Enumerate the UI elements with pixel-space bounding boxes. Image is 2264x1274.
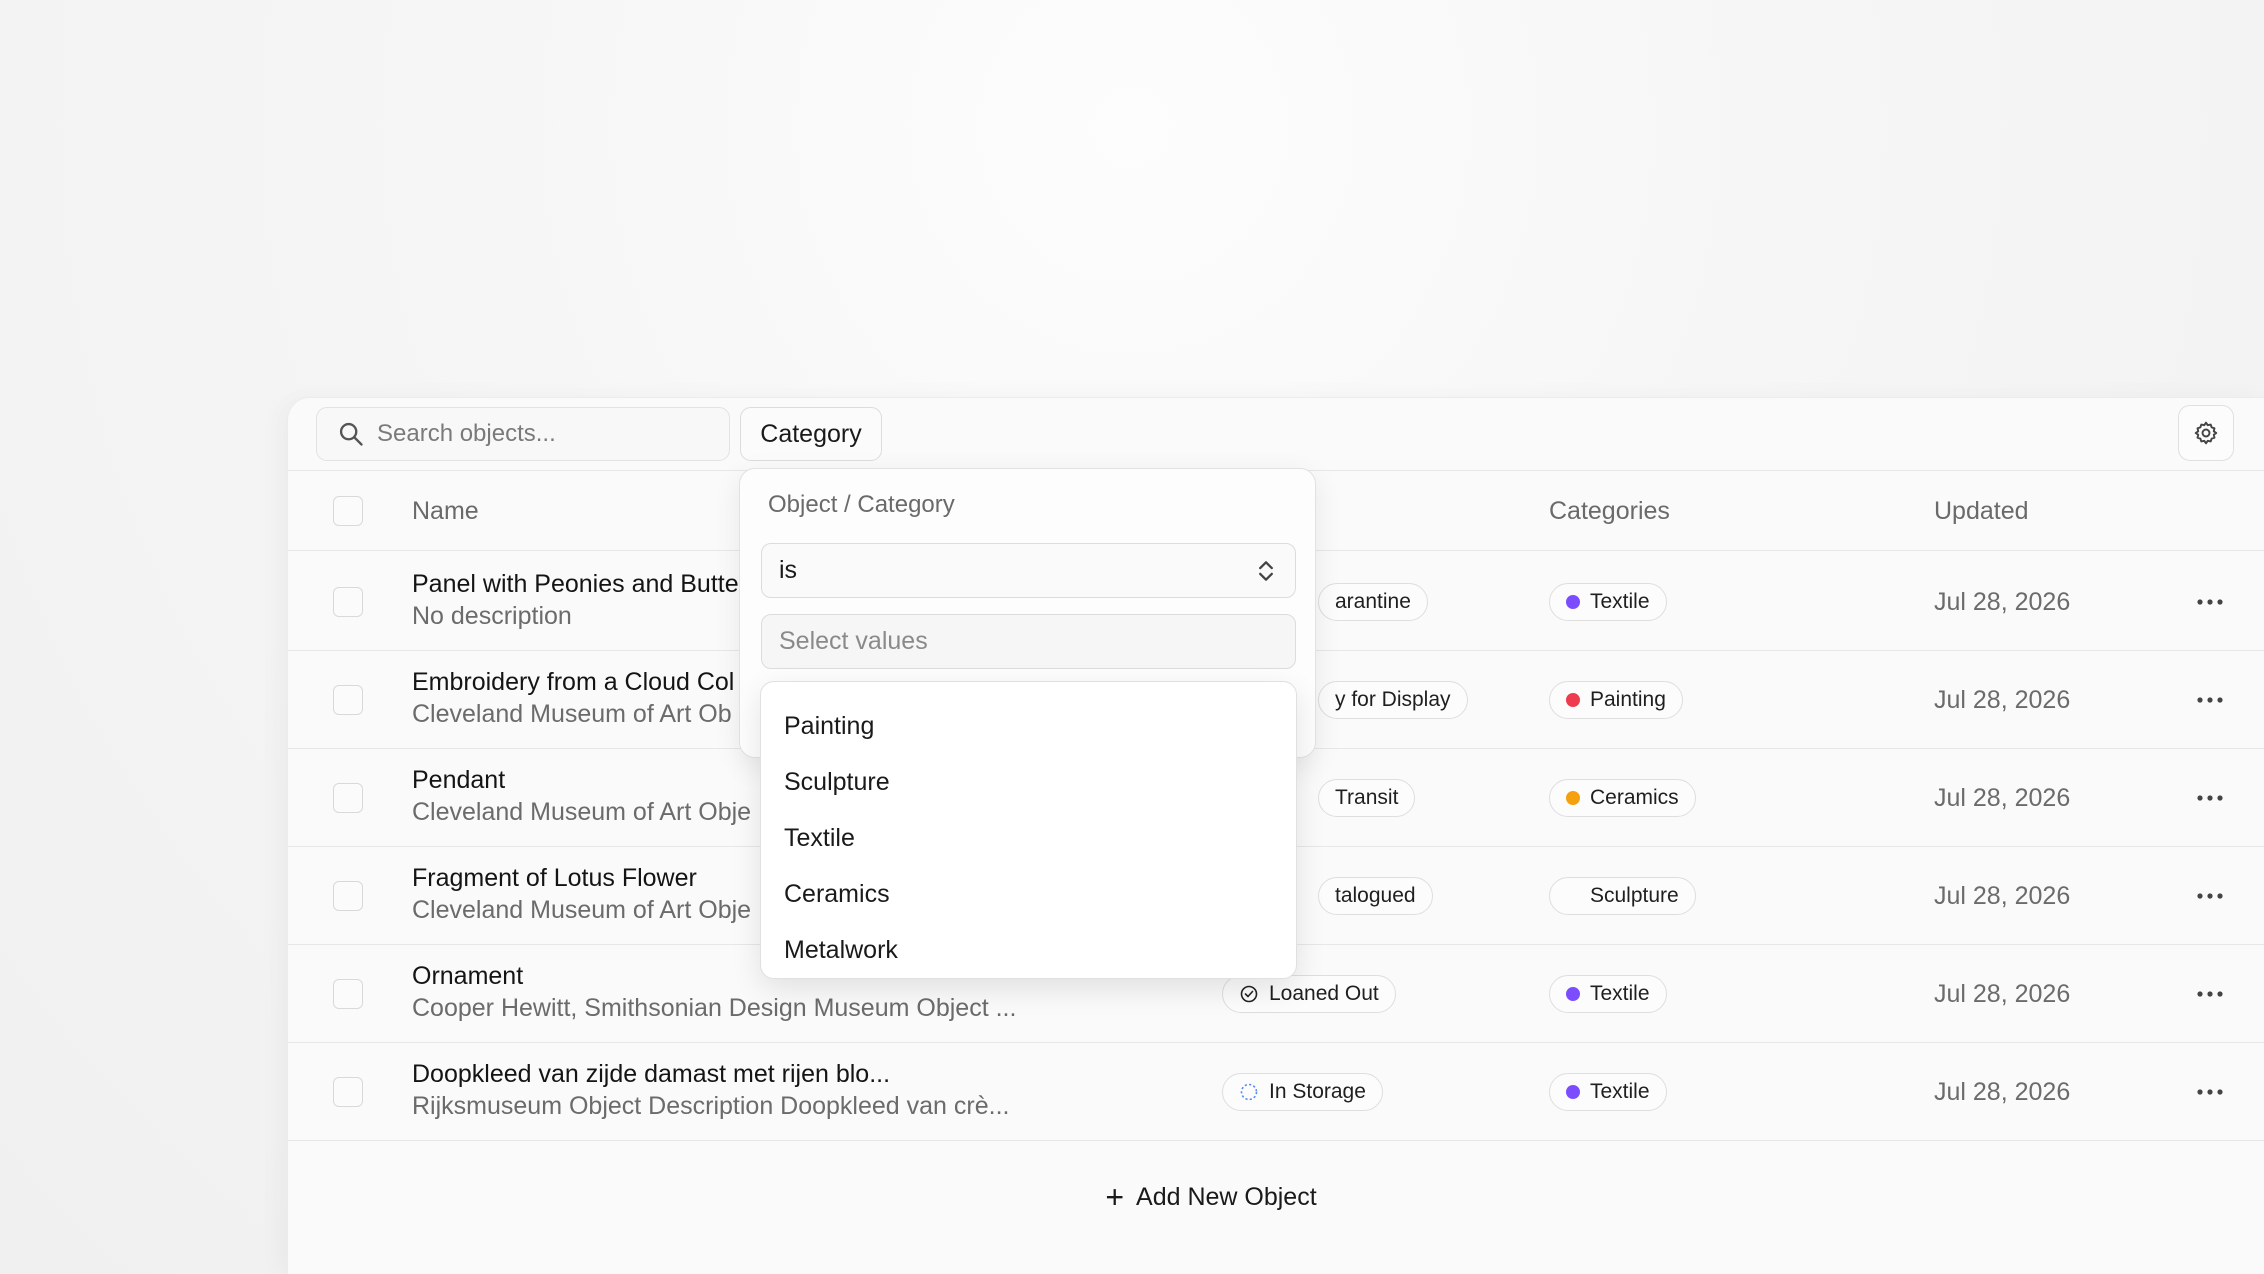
search-icon — [339, 422, 363, 446]
category-label: Textile — [1590, 590, 1650, 613]
add-new-object-label: Add New Object — [1136, 1182, 1317, 1211]
more-horizontal-icon — [2197, 1089, 2223, 1095]
more-horizontal-icon — [2197, 599, 2223, 605]
object-title[interactable]: Fragment of Lotus Flower — [412, 864, 697, 893]
category-dot — [1566, 693, 1580, 707]
object-title[interactable]: Panel with Peonies and Butte — [412, 570, 739, 599]
settings-button[interactable] — [2178, 405, 2234, 461]
status-badge: arantine — [1318, 583, 1428, 621]
row-actions-button[interactable] — [2190, 681, 2230, 719]
row-actions-button[interactable] — [2190, 779, 2230, 817]
row-actions-button[interactable] — [2190, 975, 2230, 1013]
row-actions-button[interactable] — [2190, 1073, 2230, 1111]
select-values-input[interactable] — [761, 614, 1296, 669]
row-checkbox[interactable] — [333, 783, 363, 813]
category-badge: Textile — [1549, 975, 1667, 1013]
category-badge: Painting — [1549, 681, 1683, 719]
column-header-updated[interactable]: Updated — [1934, 471, 2029, 551]
status-label: Loaned Out — [1269, 982, 1379, 1005]
updated-date: Jul 28, 2026 — [1934, 980, 2071, 1008]
category-dot — [1566, 889, 1580, 903]
category-dot — [1566, 987, 1580, 1001]
category-dot — [1566, 1085, 1580, 1099]
object-description: No description — [412, 602, 572, 630]
status-badge: y for Display — [1318, 681, 1468, 719]
operator-value: is — [779, 556, 798, 584]
category-badge: Sculpture — [1549, 877, 1696, 915]
object-title[interactable]: Doopkleed van zijde damast met rijen blo… — [412, 1060, 890, 1089]
row-checkbox[interactable] — [333, 979, 363, 1009]
status-label: talogued — [1335, 884, 1416, 907]
gear-icon — [2194, 421, 2218, 445]
status-badge: In Storage — [1222, 1073, 1383, 1111]
status-badge: Transit — [1318, 779, 1416, 817]
object-title[interactable]: Pendant — [412, 766, 505, 795]
updated-date: Jul 28, 2026 — [1934, 1078, 2071, 1106]
status-label: y for Display — [1335, 688, 1451, 711]
updated-date: Jul 28, 2026 — [1934, 588, 2071, 616]
category-label: Ceramics — [1590, 786, 1679, 809]
chevron-up-down-icon — [1259, 560, 1273, 581]
status-badge: Loaned Out — [1222, 975, 1396, 1013]
row-checkbox[interactable] — [333, 587, 363, 617]
object-description: Cooper Hewitt, Smithsonian Design Museum… — [412, 994, 1017, 1022]
row-actions-button[interactable] — [2190, 583, 2230, 621]
updated-date: Jul 28, 2026 — [1934, 882, 2071, 910]
operator-select[interactable]: is — [761, 543, 1296, 598]
category-options-list: Painting Sculpture Textile Ceramics Metalwor… — [760, 681, 1297, 979]
updated-date: Jul 28, 2026 — [1934, 686, 2071, 714]
column-header-categories[interactable]: Categories — [1549, 471, 1670, 551]
object-title[interactable]: Embroidery from a Cloud Col — [412, 668, 734, 697]
category-badge: Ceramics — [1549, 779, 1696, 817]
row-checkbox[interactable] — [333, 685, 363, 715]
row-checkbox[interactable] — [333, 881, 363, 911]
table-row[interactable]: Doopkleed van zijde damast met rijen blo… — [288, 1043, 2264, 1141]
category-label: Painting — [1590, 688, 1666, 711]
category-label: Textile — [1590, 982, 1650, 1005]
category-option[interactable]: Painting — [761, 698, 1296, 754]
object-description: Cleveland Museum of Art Ob — [412, 700, 732, 728]
status-label: Transit — [1335, 786, 1399, 809]
updated-date: Jul 28, 2026 — [1934, 784, 2071, 812]
filter-title: Object / Category — [768, 491, 955, 518]
add-new-object-button[interactable]: + Add New Object — [288, 1141, 2264, 1253]
category-option[interactable]: Textile — [761, 810, 1296, 866]
select-all-checkbox[interactable] — [333, 496, 363, 526]
category-label: Sculpture — [1590, 884, 1679, 907]
object-description: Cleveland Museum of Art Obje — [412, 896, 752, 924]
object-description: Cleveland Museum of Art Obje — [412, 798, 752, 826]
plus-icon: + — [1105, 1179, 1125, 1215]
row-checkbox[interactable] — [333, 1077, 363, 1107]
row-actions-button[interactable] — [2190, 877, 2230, 915]
more-horizontal-icon — [2197, 893, 2223, 899]
object-title[interactable]: Ornament — [412, 962, 523, 991]
category-label: Textile — [1590, 1080, 1650, 1103]
status-badge: talogued — [1318, 877, 1433, 915]
search-box[interactable] — [316, 407, 730, 461]
status-label: arantine — [1335, 590, 1411, 613]
more-horizontal-icon — [2197, 991, 2223, 997]
toolbar: Category — [288, 398, 2264, 471]
category-filter-button[interactable]: Category — [740, 407, 882, 461]
category-option[interactable]: Metalwork — [761, 922, 1296, 978]
status-label: In Storage — [1269, 1080, 1366, 1103]
dashed-circle-icon — [1240, 1083, 1258, 1101]
more-horizontal-icon — [2197, 795, 2223, 801]
category-dot — [1566, 595, 1580, 609]
check-circle-icon — [1240, 985, 1258, 1003]
category-option[interactable]: Ceramics — [761, 866, 1296, 922]
category-option[interactable]: Sculpture — [761, 754, 1296, 810]
search-input[interactable] — [377, 420, 707, 448]
category-badge: Textile — [1549, 583, 1667, 621]
category-dot — [1566, 791, 1580, 805]
column-header-name[interactable]: Name — [412, 471, 479, 551]
more-horizontal-icon — [2197, 697, 2223, 703]
object-description: Rijksmuseum Object Description Doopkleed… — [412, 1092, 1010, 1120]
category-badge: Textile — [1549, 1073, 1667, 1111]
